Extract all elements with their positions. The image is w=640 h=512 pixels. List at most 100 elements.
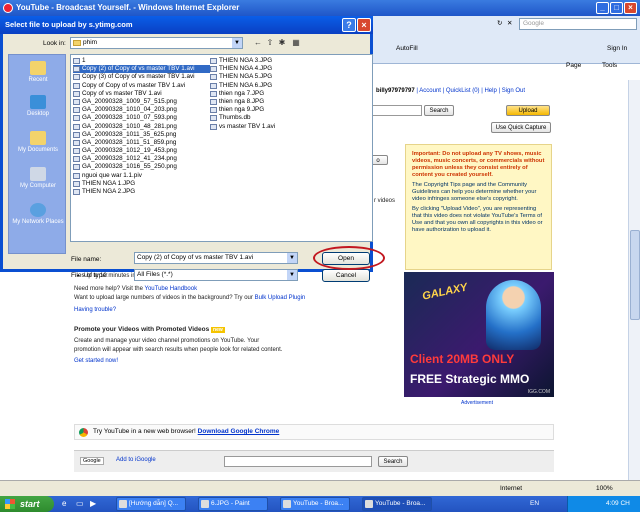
vertical-scrollbar[interactable] [628, 80, 640, 480]
file-item[interactable]: THIEN NGA 2.JPG [73, 188, 208, 196]
file-icon [73, 156, 80, 163]
file-icon [210, 66, 217, 73]
igoogle-bar: Google Add to iGoogle Search [74, 450, 554, 472]
chevron-down-icon[interactable]: ▼ [232, 38, 242, 48]
google-search-box[interactable]: Google [519, 18, 637, 30]
ad-free-text: FREE Strategic MMO [410, 372, 530, 386]
file-item[interactable]: thien nga 9.JPG [210, 106, 345, 114]
chevron-down-icon[interactable]: ▼ [287, 253, 297, 263]
username-link[interactable]: billy97979797 [376, 88, 415, 94]
file-item[interactable]: GA_20090328_1012_41_234.png [73, 155, 208, 163]
youtube-search-input[interactable] [372, 105, 422, 116]
cancel-button[interactable]: Cancel [322, 269, 370, 282]
file-name-input[interactable]: Copy (2) of Copy of vs master TBV 1.avi … [134, 252, 298, 264]
file-item[interactable]: THIEN NGA 3.JPG [210, 57, 345, 65]
promote-desc-1: Create and manage your video channel pro… [74, 338, 260, 344]
download-chrome-link[interactable]: Download Google Chrome [198, 428, 280, 435]
start-button[interactable]: start [0, 496, 54, 512]
file-item[interactable]: nguoi que war 1.1.piv [73, 172, 208, 180]
google-search-button[interactable]: Search [378, 456, 408, 467]
sign-out-link[interactable]: Sign Out [502, 88, 525, 94]
scrollbar-thumb[interactable] [630, 230, 640, 320]
youtube-favicon-icon [3, 3, 13, 13]
page-menu[interactable]: Page [566, 62, 581, 69]
place-network[interactable]: My Network Places [9, 203, 67, 225]
task-youtube-2[interactable]: YouTube - Broa... [362, 497, 432, 511]
back-icon[interactable]: ← [253, 38, 263, 48]
zoom-level[interactable]: 100% [596, 481, 613, 496]
maximize-icon[interactable]: □ [610, 2, 623, 14]
file-item[interactable]: GA_20090328_1010_04_203.png [73, 106, 208, 114]
file-item[interactable]: GA_20090328_1016_55_250.png [73, 163, 208, 171]
file-item[interactable]: GA_20090328_1009_57_515.png [73, 98, 208, 106]
file-item[interactable]: GA_20090328_1010_48_281.png [73, 123, 208, 131]
file-item[interactable]: GA_20090328_1012_19_453.png [73, 147, 208, 155]
file-item[interactable]: Copy (2) of Copy of vs master TBV 1.avi [73, 65, 210, 74]
file-item[interactable]: GA_20090328_1011_35_625.png [73, 131, 208, 139]
task-youtube-1[interactable]: YouTube - Broa... [280, 497, 350, 511]
file-item[interactable]: THIEN NGA 1.JPG [73, 180, 208, 188]
file-item[interactable]: 1 [73, 57, 208, 65]
sign-in-button[interactable]: Sign In [607, 45, 627, 52]
file-icon [73, 107, 80, 114]
autofill-button[interactable]: AutoFill [396, 45, 418, 52]
handbook-link[interactable]: YouTube Handbook [145, 286, 198, 292]
file-item[interactable]: vs master TBV 1.avi [210, 123, 345, 131]
file-icon [73, 98, 80, 105]
task-paint[interactable]: 6.JPG - Paint [198, 497, 268, 511]
minimize-icon[interactable]: _ [596, 2, 609, 14]
quick-launch-ie-icon[interactable]: e [62, 499, 66, 508]
look-in-dropdown[interactable]: phim ▼ [70, 37, 243, 49]
file-item[interactable]: Thumbs.db [210, 114, 345, 122]
upload-notice-box: Important: Do not upload any TV shows, m… [405, 144, 552, 270]
language-indicator[interactable]: EN [530, 500, 539, 507]
file-type-select[interactable]: All Files (*.*) ▼ [134, 269, 298, 281]
youtube-search-button[interactable]: Search [424, 105, 454, 116]
task-forum[interactable]: [Hướng dẫn] Q... [116, 497, 186, 511]
file-item[interactable]: THIEN NGA 5.JPG [210, 73, 345, 81]
having-trouble-link[interactable]: Having trouble? [74, 307, 116, 313]
view-menu-icon[interactable]: ▦ [289, 38, 303, 48]
file-item[interactable]: GA_20090328_1011_51_859.png [73, 139, 208, 147]
upload-button[interactable]: Upload [506, 105, 550, 116]
promote-desc-2: promotion will appear with search result… [74, 347, 283, 353]
tools-menu[interactable]: Tools [602, 62, 617, 69]
file-item[interactable]: thien nga 7.JPG [210, 90, 345, 98]
google-search-input[interactable] [224, 456, 372, 467]
quicklist-link[interactable]: QuickList (0) [446, 88, 480, 94]
advertisement-label[interactable]: Advertisement [461, 400, 493, 406]
youtube-user-links: billy97979797 | Account | QuickList (0) … [376, 88, 526, 94]
refresh-icon[interactable]: ↻ [497, 19, 502, 27]
place-desktop[interactable]: Desktop [9, 95, 67, 117]
file-item[interactable]: Copy of Copy of vs master TBV 1.avi [73, 82, 208, 90]
place-recent[interactable]: Recent [9, 61, 67, 83]
file-item[interactable]: thien nga 8.JPG [210, 98, 345, 106]
file-item[interactable]: Copy of vs master TBV 1.avi [73, 90, 208, 98]
more-help-text: Need more help? Visit the [74, 286, 143, 292]
important-notice: Important: Do not upload any TV shows, m… [412, 151, 545, 178]
file-icon [73, 115, 80, 122]
place-my-documents[interactable]: My Documents [9, 131, 67, 153]
help-icon[interactable]: ? [342, 18, 356, 32]
chevron-down-icon[interactable]: ▼ [287, 270, 297, 280]
file-item[interactable]: GA_20090328_1010_07_593.png [73, 114, 208, 122]
task-label: 6.JPG - Paint [211, 500, 250, 507]
quick-launch-desktop-icon[interactable]: ▭ [76, 499, 84, 508]
up-folder-icon[interactable]: ⇧ [265, 38, 275, 48]
close-icon[interactable]: × [624, 2, 637, 14]
new-folder-icon[interactable]: ✱ [277, 38, 287, 48]
place-my-computer[interactable]: My Computer [9, 167, 67, 189]
help-link[interactable]: Help [484, 88, 496, 94]
quick-capture-button[interactable]: Use Quick Capture [491, 122, 551, 133]
file-item[interactable]: Copy (3) of Copy of vs master TBV 1.avi [73, 73, 208, 81]
dialog-close-icon[interactable]: × [357, 18, 371, 32]
galaxy-advertisement[interactable]: GALAXY Client 20MB ONLY FREE Strategic M… [404, 272, 554, 397]
bulk-upload-link[interactable]: Bulk Upload Plugin [255, 295, 306, 301]
quick-launch-media-icon[interactable]: ▶ [90, 499, 96, 508]
get-started-link[interactable]: Get started now! [74, 358, 118, 364]
file-item[interactable]: THIEN NGA 6.JPG [210, 82, 345, 90]
file-item[interactable]: THIEN NGA 4.JPG [210, 65, 345, 73]
stop-icon[interactable]: ✕ [507, 19, 512, 27]
account-link[interactable]: Account [419, 88, 441, 94]
add-to-igoogle-link[interactable]: Add to iGoogle [116, 457, 156, 463]
